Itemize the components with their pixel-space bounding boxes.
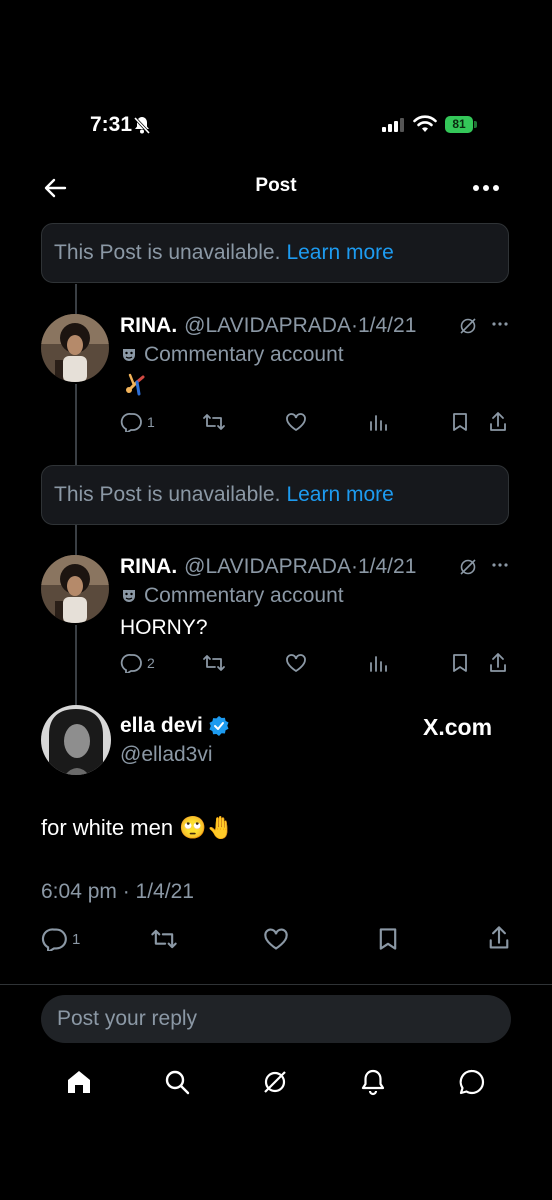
like-icon[interactable] <box>285 653 307 678</box>
unavailable-text: This Post is unavailable. <box>54 483 281 506</box>
more-options-icon[interactable] <box>490 314 510 339</box>
share-icon[interactable] <box>487 925 511 956</box>
like-icon[interactable] <box>285 412 307 437</box>
author-name[interactable]: RINA. <box>120 555 177 579</box>
avatar[interactable] <box>41 555 109 623</box>
reply-count: 1 <box>72 930 81 948</box>
unavailable-post-notice: This Post is unavailable. Learn more <box>41 223 509 283</box>
avatar[interactable] <box>41 314 109 382</box>
page-title: Post <box>255 175 297 196</box>
thread-connector <box>75 384 77 466</box>
like-icon[interactable] <box>263 927 289 956</box>
reply-input[interactable]: Post your reply <box>41 995 511 1043</box>
messages-icon[interactable] <box>458 1068 486 1101</box>
post-date: 1/4/21 <box>357 314 417 337</box>
unavailable-post-notice: This Post is unavailable. Learn more <box>41 465 509 525</box>
divider <box>0 984 552 985</box>
battery-indicator: 81 <box>445 116 473 133</box>
author-handle[interactable]: @ellad3vi <box>120 743 213 767</box>
thread-connector <box>75 625 77 705</box>
post-text: for white men 🙄🤚 <box>41 815 234 840</box>
reply-icon <box>120 413 142 432</box>
reply-count: 2 <box>147 655 155 671</box>
repost-icon[interactable] <box>202 412 226 437</box>
avatar[interactable] <box>41 705 111 775</box>
post-date: 1/4/21 <box>357 555 417 578</box>
author-handle[interactable]: @LAVIDAPRADA <box>184 555 351 579</box>
post-timestamp: 6:04 pm · 1/4/21 <box>41 880 194 903</box>
author-name[interactable]: RINA. <box>120 314 177 338</box>
separator-dot: · <box>350 555 358 578</box>
grok-icon[interactable] <box>458 557 478 582</box>
author-handle[interactable]: @LAVIDAPRADA <box>184 314 351 338</box>
repost-icon[interactable] <box>150 927 178 956</box>
theater-masks-icon <box>123 349 135 361</box>
bookmark-icon[interactable] <box>376 926 400 957</box>
bell-muted-icon <box>132 115 152 140</box>
account-label: Commentary account <box>144 343 344 366</box>
reply-icon <box>41 928 67 951</box>
reply-action[interactable]: 1 <box>41 927 80 951</box>
emoji-cartwheel <box>120 372 148 401</box>
reply-count: 1 <box>147 414 155 430</box>
unavailable-text: This Post is unavailable. <box>54 241 281 264</box>
reply-placeholder: Post your reply <box>57 1007 198 1030</box>
more-options-icon[interactable] <box>490 555 510 580</box>
share-icon[interactable] <box>488 652 508 679</box>
wifi-icon <box>413 115 437 138</box>
label-row: Commentary account <box>120 584 344 608</box>
author-name-row: ella devi <box>120 714 230 738</box>
share-icon[interactable] <box>488 411 508 438</box>
reply-action[interactable]: 2 <box>120 653 155 673</box>
thread-connector <box>75 284 77 314</box>
bookmark-icon[interactable] <box>450 412 470 437</box>
learn-more-link[interactable]: Learn more <box>286 241 393 265</box>
verified-badge-icon <box>209 716 229 736</box>
reply-icon <box>120 654 142 673</box>
theater-masks-icon <box>123 590 135 602</box>
more-options-icon[interactable] <box>472 176 500 205</box>
grok-nav-icon[interactable] <box>261 1068 289 1101</box>
search-icon[interactable] <box>163 1068 191 1101</box>
home-icon[interactable] <box>65 1068 93 1101</box>
author-name[interactable]: ella devi <box>120 714 203 738</box>
reply-text: HORNY? <box>120 616 208 639</box>
cellular-signal-icon <box>382 118 404 137</box>
views-icon[interactable] <box>368 412 388 437</box>
label-row: Commentary account <box>120 343 344 367</box>
battery-tip <box>474 121 477 128</box>
thread-connector <box>75 525 77 555</box>
notifications-icon[interactable] <box>359 1068 387 1101</box>
account-label: Commentary account <box>144 584 344 607</box>
learn-more-link[interactable]: Learn more <box>286 483 393 507</box>
bookmark-icon[interactable] <box>450 653 470 678</box>
views-icon[interactable] <box>368 653 388 678</box>
reply-action[interactable]: 1 <box>120 412 155 432</box>
x-watermark: X.com <box>423 714 493 740</box>
separator-dot: · <box>350 314 358 337</box>
repost-icon[interactable] <box>202 653 226 678</box>
grok-icon[interactable] <box>458 316 478 341</box>
status-time: 7:31 <box>90 113 133 136</box>
